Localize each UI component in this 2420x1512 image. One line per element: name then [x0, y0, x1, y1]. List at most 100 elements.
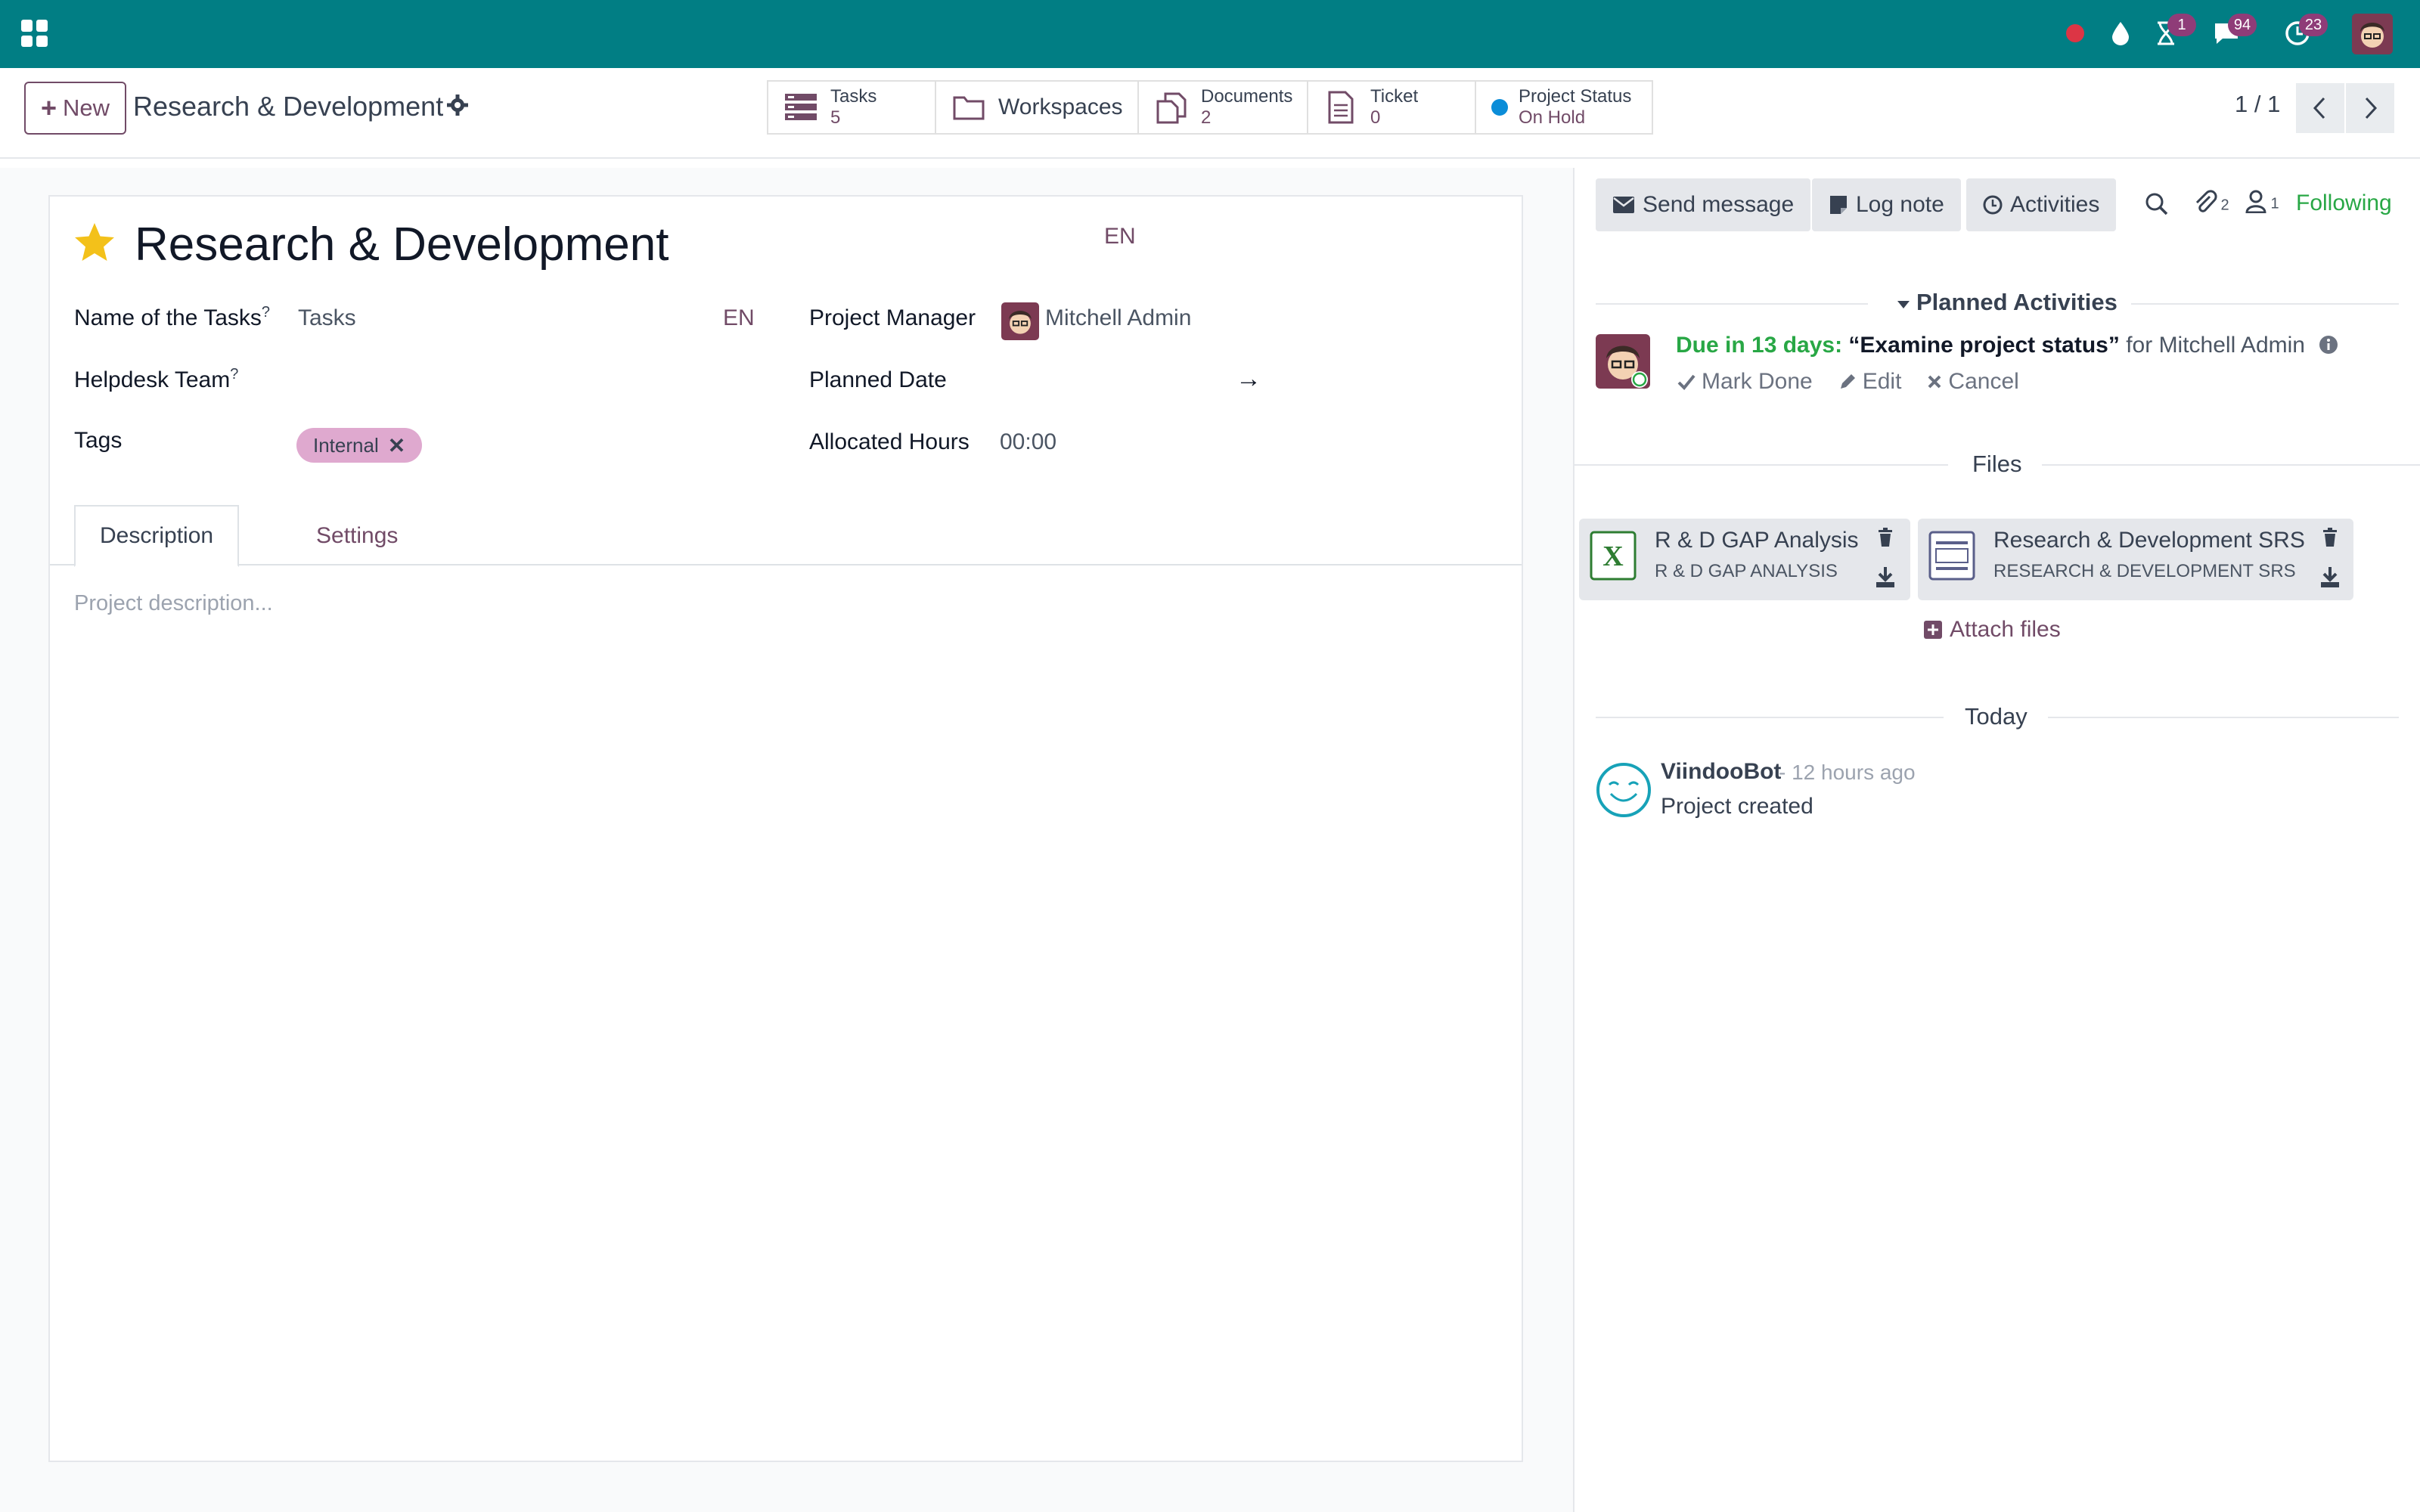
folder-icon: [950, 88, 988, 126]
activities-button[interactable]: Activities: [1966, 178, 2117, 231]
help-icon[interactable]: ?: [230, 366, 238, 383]
mark-done-button[interactable]: Mark Done: [1677, 369, 1813, 395]
divider: [1596, 303, 1868, 305]
svg-text:X: X: [1602, 541, 1623, 572]
file-name: R & D GAP Analysis: [1655, 528, 1859, 553]
project-status-smart-button[interactable]: Project Status On Hold: [1475, 80, 1653, 135]
log-note-button[interactable]: Log note: [1812, 178, 1961, 231]
divider: [2042, 464, 2420, 466]
check-icon: [1677, 374, 1696, 390]
activity-summary: “Examine project status”: [1848, 333, 2120, 358]
attach-files-label: Attach files: [1950, 617, 2061, 642]
activity-actions: Mark Done Edit Cancel: [1677, 369, 2019, 395]
tab-settings[interactable]: Settings: [292, 505, 422, 567]
info-icon: [2319, 336, 2338, 354]
description-editor[interactable]: Project description...: [74, 591, 273, 616]
activity-user-avatar: [1596, 334, 1650, 389]
gear-icon[interactable]: [446, 94, 470, 118]
documents-count: 2: [1201, 107, 1212, 128]
control-panel: + New Research & Development Tasks 5 Wor…: [0, 68, 2420, 159]
sticky-note-icon: [1830, 196, 1847, 214]
tasks-smart-button[interactable]: Tasks 5: [767, 80, 936, 135]
record-name-language-button[interactable]: EN: [1104, 224, 1136, 249]
project-manager-value[interactable]: Mitchell Admin: [1045, 305, 1191, 331]
allocated-hours-label: Allocated Hours: [809, 429, 970, 454]
ticket-smart-button[interactable]: Ticket 0: [1307, 80, 1476, 135]
send-message-button[interactable]: Send message: [1596, 178, 1811, 231]
followers-button[interactable]: 1: [2245, 189, 2279, 217]
pager-next-button[interactable]: [2346, 83, 2394, 133]
document-file-icon: [1928, 531, 1975, 581]
apps-menu-icon[interactable]: [21, 20, 48, 47]
divider: [1596, 717, 1944, 718]
workspaces-label: Workspaces: [998, 94, 1123, 119]
mark-done-label: Mark Done: [1702, 369, 1813, 394]
new-button[interactable]: + New: [24, 82, 126, 135]
activities-hourglass-icon[interactable]: 1: [2145, 12, 2196, 54]
planned-date-label: Planned Date: [809, 367, 947, 392]
file-extension: R & D GAP ANALYSIS: [1655, 561, 1838, 581]
file-card[interactable]: Research & Development SRS RESEARCH & DE…: [1918, 519, 2353, 600]
ticket-count: 0: [1370, 107, 1381, 128]
tab-description[interactable]: Description: [74, 505, 240, 567]
file-name: Research & Development SRS: [1993, 528, 2305, 553]
edit-label: Edit: [1862, 369, 1902, 394]
updates-clock-icon[interactable]: 23: [2276, 12, 2328, 54]
activities-badge: 1: [2167, 14, 2196, 36]
follower-count: 1: [2270, 195, 2279, 212]
pager-previous-button[interactable]: [2296, 83, 2344, 133]
record-icon[interactable]: [2054, 12, 2096, 54]
breadcrumb-title: Research & Development: [133, 91, 444, 122]
download-icon: [1876, 567, 1894, 587]
name-of-tasks-label: Name of the Tasks?: [74, 304, 270, 331]
trash-icon: [1879, 528, 1892, 547]
tasks-icon: [782, 88, 820, 126]
attachment-count: 2: [2220, 197, 2229, 214]
user-avatar[interactable]: [2352, 14, 2393, 54]
favorite-star-icon[interactable]: [73, 221, 116, 265]
message-body: Project created: [1661, 794, 1813, 819]
edit-activity-button[interactable]: Edit: [1838, 369, 1902, 395]
tags-label: Tags: [74, 428, 123, 453]
cancel-activity-button[interactable]: Cancel: [1927, 369, 2019, 395]
planned-activities-toggle[interactable]: Planned Activities: [1897, 289, 2118, 316]
search-icon[interactable]: [2145, 192, 2169, 220]
new-button-label: New: [63, 94, 110, 121]
messages-badge: 94: [2228, 14, 2257, 36]
record-name-field[interactable]: Research & Development: [135, 218, 669, 271]
pager-value[interactable]: 1 / 1: [2235, 91, 2280, 118]
documents-icon: [1153, 88, 1190, 126]
file-card[interactable]: X R & D GAP Analysis R & D GAP ANALYSIS: [1579, 519, 1910, 600]
form-sheet: [48, 195, 1523, 1462]
name-of-tasks-input[interactable]: Tasks: [298, 305, 356, 331]
helpdesk-team-input[interactable]: [298, 361, 752, 395]
envelope-icon: [1613, 197, 1634, 213]
project-status-value: On Hold: [1519, 107, 1586, 128]
close-icon[interactable]: ✕: [388, 433, 405, 458]
attachments-button[interactable]: 2: [2192, 189, 2229, 218]
messages-icon[interactable]: 94: [2205, 12, 2257, 54]
caret-down-icon: [1897, 301, 1910, 308]
name-of-tasks-language-button[interactable]: EN: [723, 305, 755, 331]
download-icon: [2321, 567, 2339, 587]
top-navbar: 1 94 23: [0, 0, 2420, 68]
workspaces-smart-button[interactable]: Workspaces: [935, 80, 1139, 135]
updates-badge: 23: [2299, 14, 2328, 36]
attach-files-button[interactable]: Attach files: [1924, 617, 2061, 643]
helpdesk-team-label: Helpdesk Team?: [74, 366, 238, 393]
documents-smart-button[interactable]: Documents 2: [1137, 80, 1308, 135]
drop-icon[interactable]: [2099, 12, 2142, 54]
chevron-left-icon: [2313, 97, 2325, 119]
message-author[interactable]: ViindooBot: [1661, 759, 1781, 785]
tag-internal[interactable]: Internal ✕: [296, 428, 423, 463]
helpdesk-team-label-text: Helpdesk Team: [74, 367, 231, 392]
allocated-hours-input[interactable]: 00:00: [1000, 429, 1056, 455]
tasks-label: Tasks: [830, 86, 877, 107]
pencil-icon: [1840, 374, 1855, 389]
following-button[interactable]: Following: [2296, 191, 2392, 216]
activity-due: Due in 13 days:: [1676, 333, 1843, 358]
activities-label: Activities: [2010, 192, 2100, 217]
bot-smiley-avatar: [1596, 762, 1652, 818]
activity-assignee: for Mitchell Admin: [2126, 333, 2305, 358]
help-icon[interactable]: ?: [262, 304, 270, 321]
